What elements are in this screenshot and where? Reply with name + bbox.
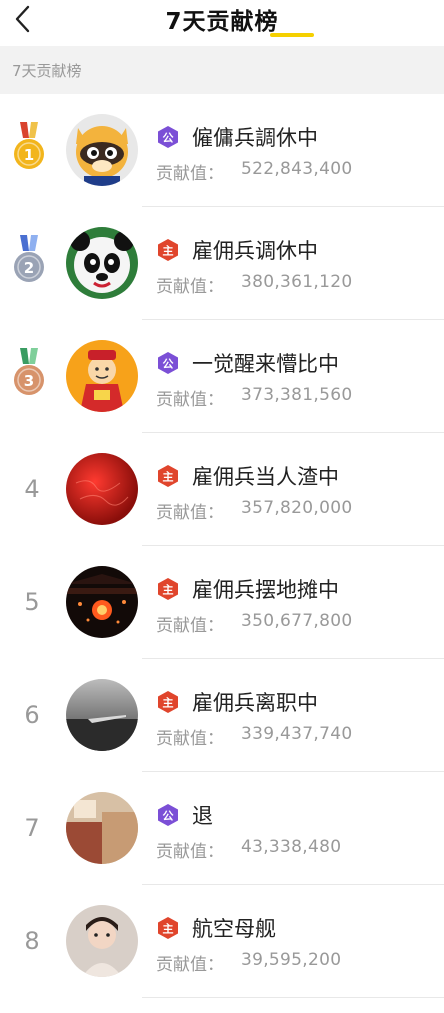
ranking-row[interactable]: 3 公 一觉醒来懵比中 贡献值： 373,381,560 (0, 320, 444, 433)
avatar[interactable] (66, 453, 138, 525)
red-role-badge-icon: 主 (158, 578, 178, 600)
gold-medal-icon: 1 (12, 122, 46, 178)
contribution-value: 350,677,800 (241, 611, 353, 631)
ranking-row[interactable]: 2 主 雇佣兵调休中 贡献值： 380,361,120 (0, 207, 444, 320)
purple-role-badge-icon: 公 (158, 126, 178, 148)
ranking-row[interactable]: 7 公 退 贡献值： 43,338,480 (0, 772, 444, 885)
svg-text:主: 主 (163, 922, 174, 936)
rank-number: 6 (24, 701, 40, 729)
bronze-medal-icon: 3 (12, 348, 46, 404)
contribution-label: 贡献值： (156, 616, 224, 636)
svg-text:主: 主 (163, 470, 174, 484)
svg-text:主: 主 (163, 696, 174, 710)
contribution-value: 373,381,560 (241, 385, 353, 405)
user-name: 僱傭兵調休中 (192, 126, 318, 150)
svg-text:公: 公 (163, 358, 174, 371)
contribution-label: 贡献值： (156, 729, 224, 749)
purple-role-badge-icon: 公 (158, 352, 178, 374)
user-name: 一觉醒来懵比中 (192, 352, 339, 376)
user-name: 雇佣兵离职中 (192, 691, 318, 715)
ranking-row[interactable]: 8 主 航空母舰 贡献值： 39,595,200 (0, 885, 444, 998)
user-name: 雇佣兵当人渣中 (192, 465, 339, 489)
rank-number: 7 (24, 814, 40, 842)
header: 7天贡献榜 (0, 0, 444, 46)
ranking-row[interactable]: 4 主 雇佣兵当人渣中 贡献值： 357,820,000 (0, 433, 444, 546)
svg-text:公: 公 (163, 132, 174, 145)
ranking-row[interactable]: 5 主 雇佣兵摆地摊中 贡献值： 350,677,800 (0, 546, 444, 659)
page-title: 7天贡献榜 (165, 9, 279, 35)
contribution-value: 339,437,740 (241, 724, 353, 744)
contribution-value: 39,595,200 (241, 950, 342, 970)
contribution-value: 522,843,400 (241, 159, 353, 179)
svg-text:1: 1 (24, 146, 34, 164)
avatar[interactable] (66, 227, 138, 299)
contribution-label: 贡献值： (156, 842, 224, 862)
red-role-badge-icon: 主 (158, 917, 178, 939)
section-label: 7天贡献榜 (12, 62, 82, 80)
red-role-badge-icon: 主 (158, 239, 178, 261)
svg-text:主: 主 (163, 583, 174, 597)
row-divider (142, 997, 444, 998)
section-header: 7天贡献榜 (0, 46, 444, 94)
avatar[interactable] (66, 905, 138, 977)
silver-medal-icon: 2 (12, 235, 46, 291)
avatar[interactable] (66, 792, 138, 864)
contribution-label: 贡献值： (156, 390, 224, 410)
contribution-label: 贡献值： (156, 503, 224, 523)
svg-text:2: 2 (24, 259, 34, 277)
contribution-label: 贡献值： (156, 164, 224, 184)
red-role-badge-icon: 主 (158, 691, 178, 713)
avatar[interactable] (66, 114, 138, 186)
user-name: 退 (192, 804, 213, 828)
avatar[interactable] (66, 679, 138, 751)
rank-number: 8 (24, 927, 40, 955)
ranking-row[interactable]: 6 主 雇佣兵离职中 贡献值： 339,437,740 (0, 659, 444, 772)
user-name: 雇佣兵调休中 (192, 239, 318, 263)
contribution-value: 357,820,000 (241, 498, 353, 518)
red-role-badge-icon: 主 (158, 465, 178, 487)
contribution-value: 43,338,480 (241, 837, 342, 857)
contribution-label: 贡献值： (156, 955, 224, 975)
avatar[interactable] (66, 340, 138, 412)
user-name: 航空母舰 (192, 917, 276, 941)
purple-role-badge-icon: 公 (158, 804, 178, 826)
svg-text:主: 主 (163, 244, 174, 258)
rank-number: 5 (24, 588, 40, 616)
user-name: 雇佣兵摆地摊中 (192, 578, 339, 602)
svg-text:公: 公 (163, 810, 174, 823)
svg-text:3: 3 (24, 372, 34, 390)
rank-number: 4 (24, 475, 40, 503)
ranking-row[interactable]: 1 公 僱傭兵調休中 贡献值： 522,843,400 (0, 94, 444, 207)
title-active-underline (270, 33, 314, 37)
contribution-label: 贡献值： (156, 277, 224, 297)
contribution-value: 380,361,120 (241, 272, 353, 292)
avatar[interactable] (66, 566, 138, 638)
